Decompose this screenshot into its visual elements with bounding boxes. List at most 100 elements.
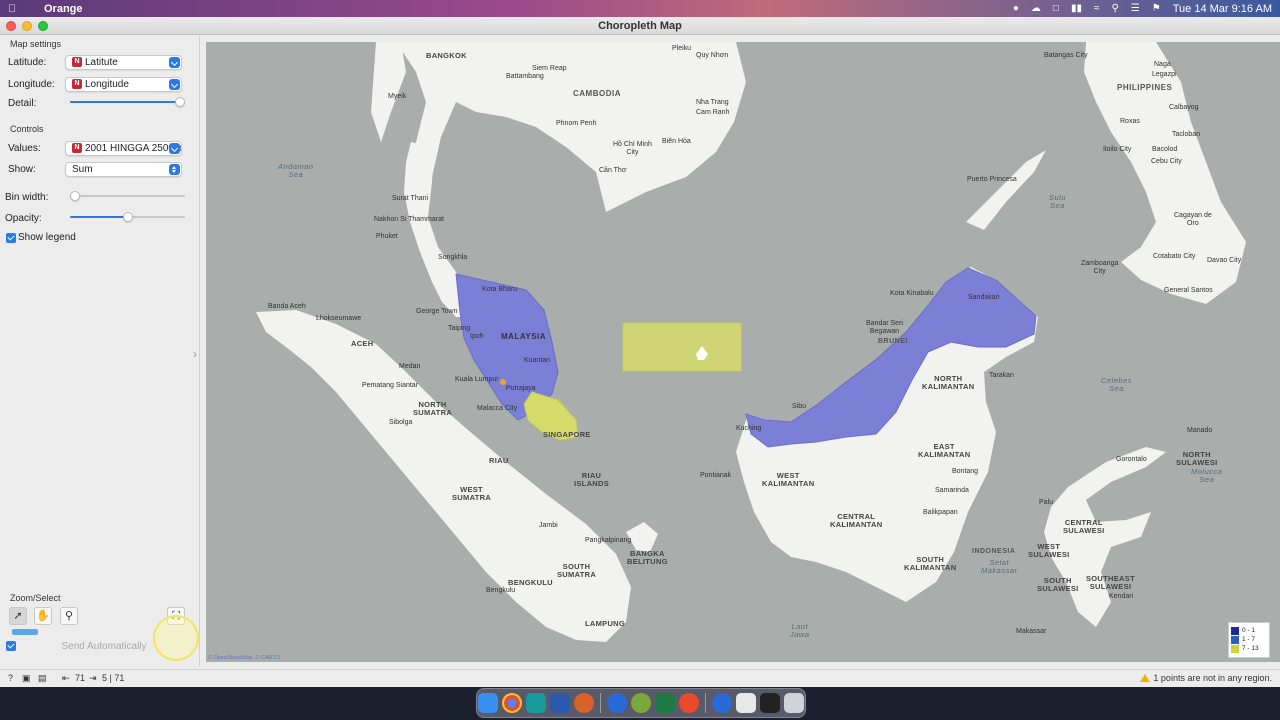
flag-icon[interactable]: ⚑ [1152, 3, 1161, 14]
longitude-combo[interactable]: N Longitude [65, 77, 182, 92]
slider-fill [70, 216, 128, 218]
map-label-cam-ranh: Cam Ranh [696, 109, 730, 116]
map-label-lampung: LAMPUNG [585, 619, 626, 628]
orange-app-icon[interactable] [574, 693, 594, 713]
pan-button[interactable]: ✋ [34, 607, 52, 625]
map-label-kuala-lumpur: Kuala Lumpur [455, 376, 499, 383]
control-center-icon[interactable]: ☰ [1131, 3, 1140, 14]
map-label-bien-hoa: Biên Hòa [662, 138, 691, 145]
status-icon-cloud[interactable]: ☁ [1031, 3, 1041, 14]
app-icon-blue-2[interactable] [712, 693, 732, 713]
legend-swatch [1231, 635, 1239, 644]
chevron-down-icon [169, 143, 180, 154]
battery-icon[interactable]: ▮▮ [1071, 3, 1082, 14]
map-label-north-sulawesi: NORTH SULAWESI [1176, 450, 1218, 467]
wifi-icon[interactable]: ≈ [1094, 3, 1100, 14]
map-label-celebes-sea: Celebes Sea [1101, 376, 1133, 393]
map-canvas[interactable] [206, 42, 1280, 662]
apple-menu-icon[interactable]:  [8, 3, 26, 15]
preview-icon[interactable] [736, 693, 756, 713]
app-icon-green[interactable] [631, 693, 651, 713]
zoom-button[interactable]: ⚲ [60, 607, 78, 625]
app-icon-blue[interactable] [607, 693, 627, 713]
map-label-west-sumatra: WEST SUMATRA [452, 485, 492, 502]
map-label-south-kalimantan: SOUTH KALIMANTAN [904, 555, 957, 572]
datetime[interactable]: Tue 14 Mar 9:16 AM [1173, 3, 1272, 15]
detail-slider[interactable] [70, 97, 185, 107]
map-label-general-santos: General Santos [1164, 287, 1213, 294]
selection-rectangle[interactable] [622, 322, 742, 372]
map-label-battambang: Battambang [506, 73, 544, 80]
search-icon[interactable]: ⚲ [1111, 3, 1118, 14]
map-attribution-link[interactable]: © OpenStreetMap, © CARTO [208, 655, 280, 661]
map-label-sandakan: Sandakan [968, 294, 1000, 301]
map-label-nha-trang: Nha Trang [696, 99, 729, 106]
map-label-bengkulu: Bengkulu [486, 587, 516, 594]
map-label-west-kalimantan: WEST KALIMANTAN [762, 471, 815, 488]
warning-text: 1 points are not in any region. [1153, 673, 1272, 683]
warning-icon [1140, 674, 1151, 682]
status-icon-window[interactable]: □ [1053, 3, 1059, 14]
help-icon[interactable]: ? [8, 673, 13, 683]
status-icon-orange[interactable]: ● [1013, 3, 1019, 14]
longitude-label: Longitude: [8, 79, 55, 90]
map-label-calbayog: Calbayog [1169, 104, 1199, 111]
opacity-slider[interactable] [70, 212, 185, 222]
chrome-icon[interactable] [502, 693, 522, 713]
map-label-pangkalpinang: Pangkalpinang [585, 537, 632, 544]
slider-knob[interactable] [175, 97, 185, 107]
controls-heading: Controls [10, 124, 44, 134]
finder-icon[interactable] [478, 693, 498, 713]
map-label-laut-jawa: Laut Jawa [790, 622, 810, 639]
window-titlebar[interactable]: Choropleth Map [0, 17, 1280, 35]
map-label-south-sumatra: SOUTH SUMATRA [557, 562, 597, 579]
map-label-medan: Medan [399, 363, 421, 370]
slider-knob[interactable] [70, 191, 80, 201]
map-label-legazpi: Legazpi [1152, 71, 1177, 78]
map-label-roxas: Roxas [1120, 118, 1140, 125]
legend-swatch [1231, 644, 1239, 653]
map-label-pematang: Pematang Siantar [362, 382, 419, 389]
updown-chevron-icon [169, 164, 180, 175]
word-icon[interactable] [550, 693, 570, 713]
click-highlight [153, 615, 199, 661]
window-title: Choropleth Map [598, 20, 682, 32]
app-icon-red[interactable] [679, 693, 699, 713]
map-label-north-kalimantan: NORTH KALIMANTAN [922, 374, 975, 391]
macos-dock [476, 688, 806, 718]
arduino-icon[interactable] [526, 693, 546, 713]
send-automatically-checkbox[interactable] [6, 641, 16, 651]
bin-width-slider[interactable] [70, 191, 185, 201]
trash-icon[interactable] [784, 693, 804, 713]
minimize-window-button[interactable] [22, 21, 32, 31]
map-label-jambi: Jambi [539, 522, 558, 529]
zoom-window-button[interactable] [38, 21, 48, 31]
app-menu[interactable]: Orange [44, 3, 83, 15]
values-combo[interactable]: N 2001 HINGGA 2500cc [65, 141, 182, 156]
latitude-combo[interactable]: N Latitute [65, 55, 182, 70]
slider-track [70, 195, 185, 197]
show-legend-label[interactable]: Show legend [18, 232, 76, 243]
map-label-kendari: Kendari [1109, 593, 1134, 600]
map-label-pontianak: Pontianak [700, 472, 732, 479]
close-window-button[interactable] [6, 21, 16, 31]
collapse-panel-chevron-icon[interactable]: › [193, 347, 197, 361]
show-legend-checkbox[interactable] [6, 233, 16, 243]
map-label-singapore: SINGAPORE [543, 430, 591, 439]
select-pointer-button[interactable]: ➚ [9, 607, 27, 625]
map-label-sulu-sea: Sulu Sea [1049, 193, 1067, 210]
excel-icon[interactable] [655, 693, 675, 713]
map-label-kota-kinabalu: Kota Kinabalu [890, 290, 934, 297]
terminal-icon[interactable] [760, 693, 780, 713]
slider-knob[interactable] [122, 212, 133, 222]
save-image-icon[interactable]: ▣ [22, 673, 31, 684]
report-icon[interactable]: ▤ [38, 673, 47, 684]
land-sulawesi [1044, 447, 1166, 627]
show-combo[interactable]: Sum [65, 162, 182, 177]
map-label-bengkulu-region: BENGKULU [508, 578, 553, 587]
map-label-andaman-sea: Andaman Sea [278, 162, 314, 179]
choropleth-map[interactable]: BANGKOK CAMBODIA Phnom Penh Siem Reap Ba… [206, 42, 1280, 662]
land-palawan [966, 150, 1046, 230]
map-label-central-kalimantan: CENTRAL KALIMANTAN [830, 512, 883, 529]
dock-separator [705, 693, 706, 713]
